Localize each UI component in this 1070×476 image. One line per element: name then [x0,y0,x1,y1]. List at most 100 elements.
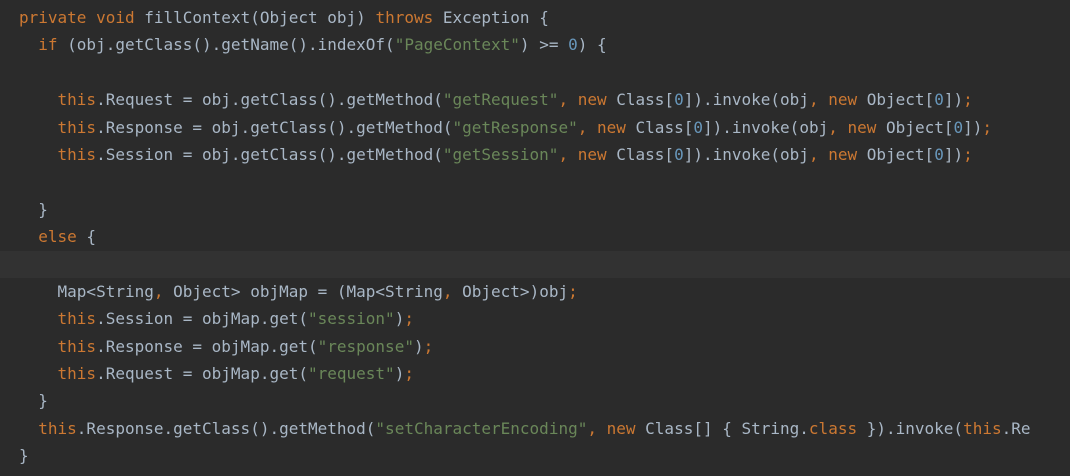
code-token: .Response = obj.getClass().getMethod( [96,117,453,137]
code-token: "session" [307,309,395,329]
code-line[interactable]: this.Response = obj.getClass().getMethod… [0,114,1070,141]
code-token: .Response = objMap.get( [96,336,318,356]
code-token: ]) [943,144,964,164]
code-editor[interactable]: private void fillContext(Object obj) thr… [0,0,1070,476]
code-token: this [57,336,97,356]
code-line[interactable]: private void fillContext(Object obj) thr… [0,4,1070,31]
code-line-text: private void fillContext(Object obj) thr… [19,8,549,27]
code-token: ]).invoke(obj [683,90,809,110]
code-token: "getSession" [442,144,559,164]
code-line-text: this.Response.getClass().getMethod("setC… [19,418,1031,438]
code-token: , [153,281,164,301]
code-token: this [963,418,1002,438]
code-line-text: this.Session = obj.getClass().getMethod(… [19,145,973,164]
code-token: new [577,90,607,110]
code-token: this [57,144,97,164]
code-line-text: this.Request = objMap.get("request"); [19,364,414,383]
code-line[interactable]: } [0,196,1070,223]
code-line[interactable] [0,250,1070,278]
code-token: ; [404,309,414,329]
code-token: ]).invoke(obj [702,117,829,137]
code-token: Class[] { String. [635,418,809,438]
code-line[interactable]: if (obj.getClass().getName().indexOf("Pa… [0,31,1070,58]
code-line-text: } [19,446,29,465]
code-line-text: this.Request = obj.getClass().getMethod(… [19,90,973,109]
code-token: Object>)obj [452,281,569,301]
code-line-text: if (obj.getClass().getName().indexOf("Pa… [19,35,607,55]
code-line-text: this.Session = objMap.get("session"); [19,309,414,328]
code-token: new [847,117,877,137]
code-token: 0 [674,144,684,164]
code-token: .Re [1001,418,1031,438]
code-line[interactable]: this.Session = objMap.get("session"); [0,305,1070,332]
code-token: "setCharacterEncoding" [375,418,588,438]
code-token: else [38,227,77,247]
code-token: throws [375,8,434,27]
code-line-text: } [19,200,48,219]
code-token: new [606,418,636,438]
code-token: , [808,90,819,110]
code-token: Class[ [625,117,694,137]
code-token: 0 [934,144,944,164]
code-token: this [57,364,97,384]
code-token: , [558,144,569,164]
code-token: , [808,144,819,164]
code-token: ]) [943,90,964,110]
code-token: Class[ [606,90,675,110]
code-token: this [57,117,97,137]
code-line-text: this.Response = objMap.get("response"); [19,336,434,356]
code-token: Object> objMap = (Map<String [163,281,443,301]
code-line[interactable]: Map<String, Object> objMap = (Map<String… [0,278,1070,305]
code-token: "getRequest" [442,90,559,110]
code-token: if [38,35,58,55]
code-token: void [96,8,135,27]
code-line[interactable]: this.Response.getClass().getMethod("setC… [0,415,1070,442]
code-line[interactable] [0,59,1070,86]
code-token: "response" [317,336,414,356]
code-token: ) { [577,35,607,55]
code-line[interactable]: } [0,442,1070,469]
code-line[interactable]: this.Request = obj.getClass().getMethod(… [0,86,1070,113]
code-line[interactable] [0,168,1070,195]
code-line[interactable]: this.Response = objMap.get("response"); [0,333,1070,360]
code-token: "request" [307,364,395,384]
code-token: } [19,446,29,466]
code-line[interactable]: } [0,387,1070,414]
code-line[interactable]: this.Request = objMap.get("request"); [0,360,1070,387]
code-token: "PageContext" [394,35,520,55]
code-token: , [558,90,569,110]
code-token: Exception { [433,8,549,27]
code-line-text: else { [19,227,96,246]
code-token: , [828,117,838,137]
code-token: (obj.getClass().getName().indexOf( [57,35,395,55]
code-token: .Request = obj.getClass().getMethod( [96,90,443,110]
code-token: .Session = obj.getClass().getMethod( [96,144,443,164]
code-token: ) [413,336,424,356]
code-token: 0 [934,90,944,110]
code-token: ; [423,336,434,356]
code-token: class [808,418,858,438]
code-line[interactable]: else { [0,223,1070,250]
code-token: Object[ [857,90,935,110]
code-token: ) [394,364,405,384]
code-token: new [828,144,858,164]
code-token: private [19,8,87,27]
code-token: ; [963,144,973,164]
code-token: .Session = objMap.get( [96,309,308,329]
code-token: new [828,90,858,110]
code-token: ]) [963,117,983,137]
code-line-text: Map<String, Object> objMap = (Map<String… [19,282,578,301]
code-line[interactable]: this.Session = obj.getClass().getMethod(… [0,141,1070,168]
code-token: ) >= [519,35,569,55]
